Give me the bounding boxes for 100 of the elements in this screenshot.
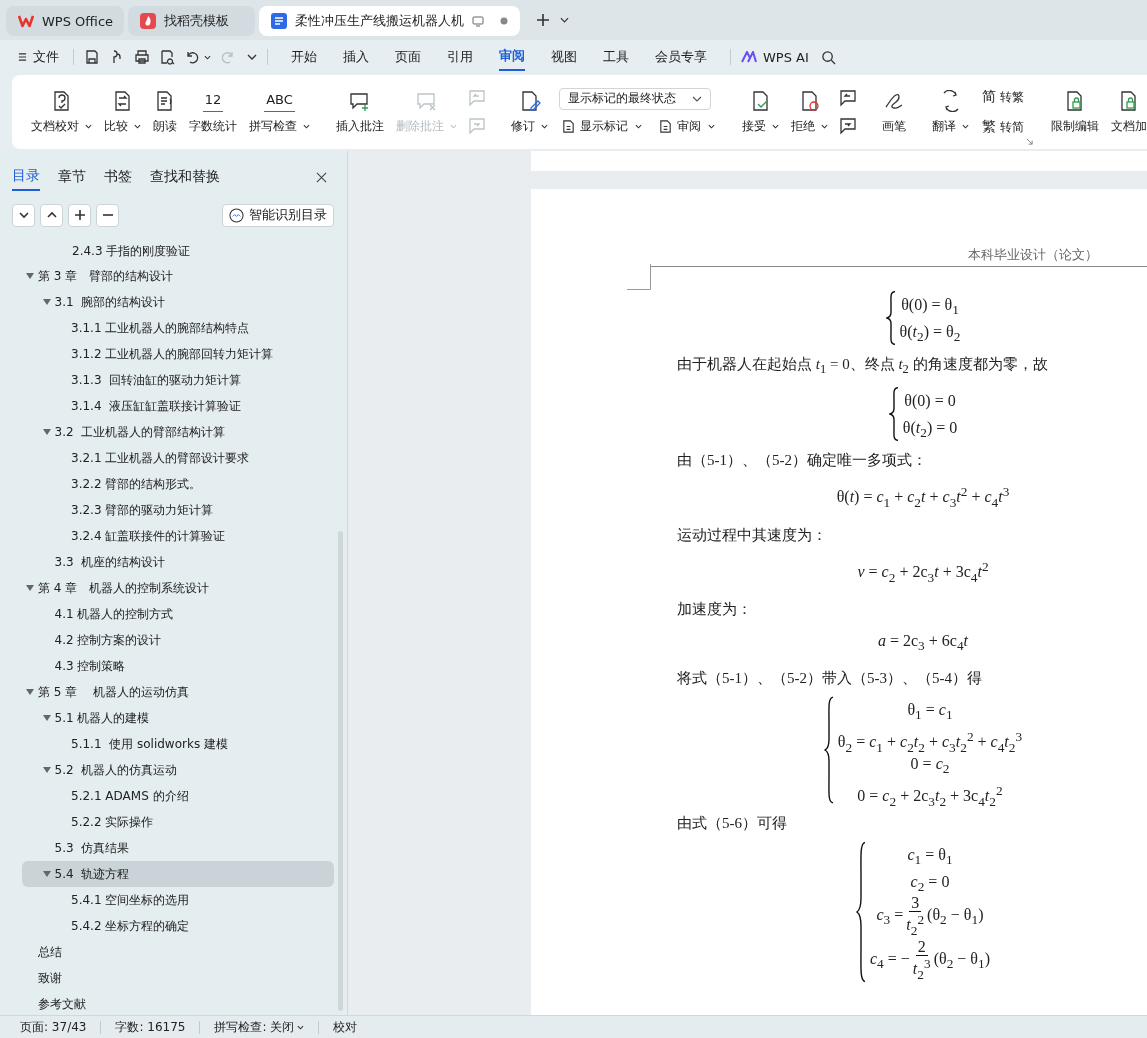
caret-icon[interactable] xyxy=(635,123,642,129)
expand-triangle-icon[interactable] xyxy=(26,273,34,279)
ribbon-button[interactable]: 画笔 xyxy=(877,85,911,139)
ribbon-button[interactable]: 拒绝 xyxy=(786,85,833,139)
collapse-button[interactable] xyxy=(40,203,63,227)
chevron-down-icon[interactable] xyxy=(560,17,569,23)
smart-toc-button[interactable]: 智能识别目录 xyxy=(222,203,334,227)
caret-icon[interactable] xyxy=(821,123,828,129)
caret-icon[interactable] xyxy=(772,123,779,129)
toc-item[interactable]: 3.2.3 臂部的驱动力矩计算 xyxy=(22,497,334,523)
ribbon-button[interactable]: 审阅 xyxy=(656,115,717,137)
ribbon-button[interactable]: 简 转繁 xyxy=(980,86,1026,108)
ai-button[interactable]: WPS AI xyxy=(741,49,809,65)
ribbon-tab[interactable]: 引用 xyxy=(447,44,473,70)
toolbar-button[interactable] xyxy=(184,49,211,65)
toc-item[interactable]: 3.2 工业机器人的臂部结构计算 xyxy=(22,419,334,445)
chevron-down-icon[interactable] xyxy=(247,54,257,60)
ribbon-button[interactable]: 翻译 xyxy=(927,85,974,139)
expand-triangle-icon[interactable] xyxy=(42,429,51,435)
toc-item[interactable]: 3.1 腕部的结构设计 xyxy=(22,289,334,315)
toc-item[interactable]: 5.4 轨迹方程 xyxy=(22,861,334,887)
ribbon-button[interactable]: 比较 xyxy=(99,85,146,139)
caret-icon[interactable] xyxy=(297,1024,305,1030)
toc-item[interactable]: 3.3 机座的结构设计 xyxy=(22,549,334,575)
markup-select[interactable]: 显示标记的最终状态 xyxy=(559,87,711,110)
sidebar-tab[interactable]: 章节 xyxy=(58,164,86,190)
toc-item[interactable]: 第 4 章 机器人的控制系统设计 xyxy=(22,575,334,601)
caret-icon[interactable] xyxy=(708,123,715,129)
toc-item[interactable]: 4.1 机器人的控制方式 xyxy=(22,601,334,627)
next-comment-icon[interactable] xyxy=(839,117,857,135)
search-icon[interactable] xyxy=(820,49,836,65)
toolbar-button[interactable] xyxy=(134,49,150,65)
document-tab[interactable]: 柔性冲压生产线搬运机器人机 xyxy=(259,6,520,36)
ribbon-tab[interactable]: 工具 xyxy=(603,44,629,70)
expand-triangle-icon[interactable] xyxy=(26,585,34,591)
ribbon-button[interactable]: 朗读 xyxy=(148,85,182,139)
proofread-button[interactable]: 校对 xyxy=(329,1018,362,1036)
sidebar-tab[interactable]: 查找和替换 xyxy=(150,164,220,190)
toc-item[interactable]: 4.3 控制策略 xyxy=(22,653,334,679)
caret-icon[interactable] xyxy=(962,123,969,129)
document-tab[interactable]: 找稻壳模板 xyxy=(128,6,255,36)
remove-button[interactable] xyxy=(96,203,119,227)
toc-item[interactable]: 3.2.1 工业机器人的臂部设计要求 xyxy=(22,445,334,471)
toc-item[interactable]: 3.2.4 缸盖联接件的计算验证 xyxy=(22,523,334,549)
ribbon-button[interactable]: 显示标记 xyxy=(559,115,644,137)
ribbon-button[interactable]: 修订 xyxy=(506,85,553,139)
ribbon-button[interactable]: 12 字数统计 xyxy=(184,85,242,139)
ribbon-button[interactable]: 限制编辑 xyxy=(1046,85,1104,139)
expand-triangle-icon[interactable] xyxy=(42,299,51,305)
expand-triangle-icon[interactable] xyxy=(26,689,34,695)
toc-item[interactable]: 5.1 机器人的建模 xyxy=(22,705,334,731)
document-tab[interactable]: WPS Office xyxy=(6,6,124,36)
caret-icon[interactable] xyxy=(692,95,702,102)
toc-item[interactable]: 5.3 仿真结果 xyxy=(22,835,334,861)
caret-icon[interactable] xyxy=(134,123,141,129)
toolbar-button[interactable] xyxy=(84,49,100,65)
ribbon-tab[interactable]: 会员专享 xyxy=(655,44,707,70)
ribbon-button[interactable]: 文档校对 xyxy=(26,85,97,139)
monitor-icon[interactable] xyxy=(472,15,484,27)
ribbon-button[interactable]: 接受 xyxy=(737,85,784,139)
expand-triangle-icon[interactable] xyxy=(42,767,51,773)
dialog-launcher-icon[interactable] xyxy=(1026,138,1033,145)
ribbon-tab[interactable]: 审阅 xyxy=(499,43,525,71)
caret-icon[interactable] xyxy=(541,123,548,129)
caret-icon[interactable] xyxy=(303,124,310,129)
toc-item[interactable]: 5.4.1 空间坐标的选用 xyxy=(22,887,334,913)
expand-button[interactable] xyxy=(12,203,35,227)
toc-item[interactable]: 4.2 控制方案的设计 xyxy=(22,627,334,653)
file-menu-button[interactable]: 文件 xyxy=(14,46,63,68)
toc-item[interactable]: 5.2.2 实际操作 xyxy=(22,809,334,835)
expand-triangle-icon[interactable] xyxy=(42,715,51,721)
close-icon[interactable] xyxy=(316,171,327,183)
ribbon-tab[interactable]: 页面 xyxy=(395,44,421,70)
previous-comment-icon[interactable] xyxy=(839,89,857,107)
toc-item[interactable]: 2.4.3 手指的刚度验证 xyxy=(72,242,191,260)
toc-item[interactable]: 3.2.2 臂部的结构形式。 xyxy=(22,471,334,497)
ribbon-tab[interactable]: 开始 xyxy=(291,44,317,70)
toc-item[interactable]: 第 5 章 机器人的运动仿真 xyxy=(22,679,334,705)
ribbon-button[interactable]: 文档加 xyxy=(1106,85,1147,139)
toc-item[interactable]: 3.1.4 液压缸缸盖联接计算验证 xyxy=(22,393,334,419)
sidebar-tab[interactable]: 书签 xyxy=(104,164,132,190)
toc-item[interactable]: 第 3 章 臂部的结构设计 xyxy=(22,263,334,289)
toc-item[interactable]: 3.1.1 工业机器人的腕部结构特点 xyxy=(22,315,334,341)
ribbon-tab[interactable]: 视图 xyxy=(551,44,577,70)
toc-item[interactable]: 5.4.2 坐标方程的确定 xyxy=(22,913,334,939)
ribbon-button[interactable]: 插入批注 xyxy=(331,85,389,139)
sidebar-tab[interactable]: 目录 xyxy=(12,163,40,191)
ribbon-button[interactable]: ABC 拼写检查 xyxy=(244,85,315,139)
toc-item[interactable]: 5.1.1 使用 solidworks 建模 xyxy=(22,731,334,757)
new-tab-icon[interactable] xyxy=(536,13,550,27)
toc-item[interactable]: 5.2 机器人的仿真运动 xyxy=(22,757,334,783)
ribbon-tab[interactable]: 插入 xyxy=(343,44,369,70)
toc-item[interactable]: 3.1.2 工业机器人的腕部回转力矩计算 xyxy=(22,341,334,367)
toc-item[interactable]: 总结 xyxy=(22,939,334,965)
add-button[interactable] xyxy=(68,203,91,227)
toolbar-button[interactable] xyxy=(159,49,175,65)
expand-triangle-icon[interactable] xyxy=(42,871,51,877)
toc-item[interactable]: 3.1.3 回转油缸的驱动力矩计算 xyxy=(22,367,334,393)
toc-item[interactable]: 参考文献 xyxy=(22,991,334,1017)
toc-item[interactable]: 致谢 xyxy=(22,965,334,991)
